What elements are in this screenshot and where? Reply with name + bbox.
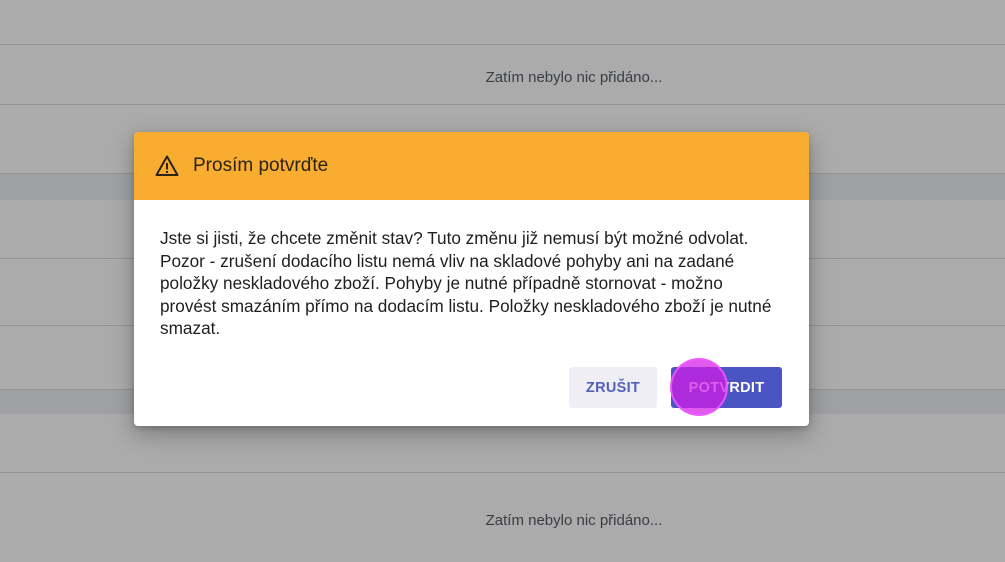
confirm-dialog: Prosím potvrďte Jste si jisti, že chcete… <box>134 132 809 426</box>
page: Zatím nebylo nic přidáno... Zatím nebylo… <box>0 0 1005 562</box>
confirm-button[interactable]: POTVRDIT <box>671 367 782 408</box>
warning-triangle-icon <box>155 154 179 178</box>
cancel-button[interactable]: ZRUŠIT <box>569 367 657 408</box>
dialog-message: Jste si jisti, že chcete změnit stav? Tu… <box>160 228 772 339</box>
dialog-header: Prosím potvrďte <box>134 132 809 200</box>
dialog-actions: ZRUŠIT POTVRDIT <box>569 367 782 408</box>
dialog-title: Prosím potvrďte <box>193 155 329 176</box>
